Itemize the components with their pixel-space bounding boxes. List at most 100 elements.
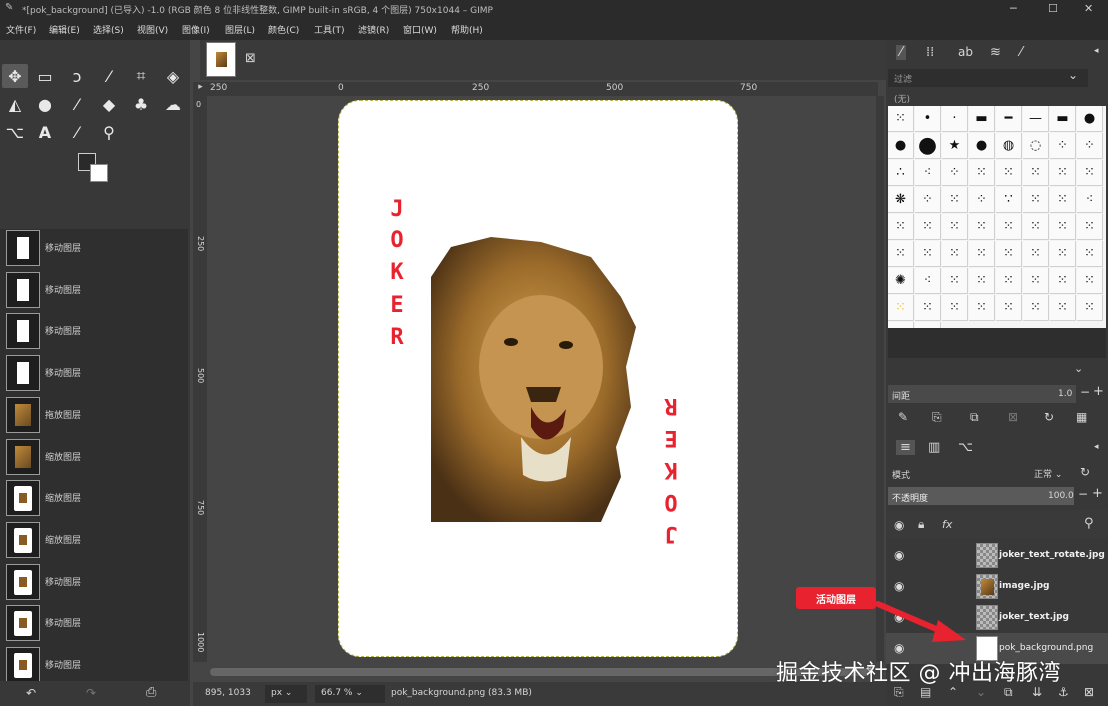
brush-preset[interactable]: ●: [969, 133, 995, 159]
brush-preset[interactable]: ⁙: [1023, 268, 1049, 294]
duplicate-layer-icon[interactable]: ⧉: [1004, 685, 1013, 700]
image-tab-thumbnail[interactable]: [206, 42, 236, 77]
brush-preset[interactable]: ⁙: [996, 214, 1022, 240]
brush-preset[interactable]: ∵: [996, 187, 1022, 213]
menu-filters[interactable]: 滤镜(R): [358, 23, 389, 36]
brush-preset[interactable]: ⁙: [1077, 214, 1103, 240]
history-item[interactable]: 缩放图层: [0, 436, 188, 478]
refresh-brush-icon[interactable]: ↻: [1044, 410, 1054, 424]
edit-brush-icon[interactable]: ✎: [898, 410, 908, 424]
bucket-fill-icon[interactable]: ◭: [2, 92, 28, 116]
brush-preset[interactable]: ●: [1077, 106, 1103, 132]
brush-preset[interactable]: ⁙: [969, 241, 995, 267]
brush-preset[interactable]: ◍: [996, 133, 1022, 159]
brush-preset[interactable]: ∴: [888, 160, 914, 186]
brush-preset[interactable]: ⁙: [1077, 160, 1103, 186]
brush-preset[interactable]: ◌: [1023, 133, 1049, 159]
mode-select[interactable]: 正常 ⌄: [1034, 467, 1062, 480]
brush-preset[interactable]: ⁙: [888, 106, 914, 132]
brush-preset[interactable]: ⁙: [1023, 241, 1049, 267]
history-item[interactable]: 移动图层: [0, 269, 188, 311]
brush-preset[interactable]: ⁙: [969, 160, 995, 186]
paint-icon[interactable]: ●: [32, 92, 58, 116]
lock-icon[interactable]: 🔒︎: [918, 517, 924, 532]
chevron-down-icon[interactable]: ⌄: [1068, 68, 1078, 82]
brush-preset[interactable]: ⁙: [888, 241, 914, 267]
lower-layer-icon[interactable]: ⌄: [976, 685, 986, 699]
maximize-icon[interactable]: ☐: [1048, 2, 1058, 15]
close-tab-icon[interactable]: ⊠: [245, 51, 256, 66]
brush-preset[interactable]: ⁙: [1023, 160, 1049, 186]
close-icon[interactable]: ✕: [1084, 2, 1093, 15]
menu-edit[interactable]: 编辑(E): [49, 23, 80, 36]
paths-tab-icon[interactable]: ⌥: [958, 440, 973, 455]
eraser-icon[interactable]: ◆: [96, 92, 122, 116]
brush-preset[interactable]: ❋: [888, 187, 914, 213]
patterns-tab-icon[interactable]: ⁞⁞: [926, 45, 934, 60]
brush-preset[interactable]: ·: [942, 106, 968, 132]
brush-preset[interactable]: ⁖: [915, 268, 941, 294]
chevron-down-icon[interactable]: ⌄: [1074, 362, 1083, 375]
brush-preset[interactable]: ▬: [969, 106, 995, 132]
brush-preset[interactable]: ━: [996, 106, 1022, 132]
history-item[interactable]: 移动图层: [0, 561, 188, 603]
lasso-icon[interactable]: ↄ: [64, 64, 90, 88]
brush-preset[interactable]: ⁘: [1050, 133, 1076, 159]
brush-preset[interactable]: ⁙: [888, 295, 914, 321]
history-item[interactable]: 缩放图层: [0, 519, 188, 561]
brush-grid[interactable]: ⁙ • · ▬ ━ — ▬ ● ● ● ★ ● ◍ ◌ ⁘ ⁘ ∴ ⁖ ⁘ ⁙ ⁙ ⁙ ⁙ ⁙ ❋ ⁘ ⁙ ⁘ ∵ ⁙ ⁙ ⁖ ⁙ ⁙ ⁙ ⁙ ⁙ ⁙ ⁙ ⁙…: [888, 106, 1106, 328]
history-item[interactable]: 移动图层: [0, 352, 188, 394]
menu-select[interactable]: 选择(S): [93, 23, 124, 36]
brush-preset[interactable]: ⁙: [996, 241, 1022, 267]
zoom-select[interactable]: 66.7 % ⌄: [315, 685, 385, 703]
clone-icon[interactable]: ♣: [128, 92, 154, 116]
menu-tools[interactable]: 工具(T): [314, 23, 345, 36]
text-tool-icon[interactable]: A: [32, 120, 58, 144]
redo-icon[interactable]: ↷: [86, 686, 96, 700]
poker-card-canvas[interactable]: J O K E R R E K O J: [338, 100, 738, 657]
brush-preset[interactable]: —: [1023, 106, 1049, 132]
dynamics-tab-icon[interactable]: ≋: [990, 45, 1001, 60]
brush-preset[interactable]: ⁘: [915, 187, 941, 213]
brush-preset[interactable]: ✺: [888, 268, 914, 294]
history-item[interactable]: 缩放图层: [0, 477, 188, 519]
panel-menu-icon[interactable]: ◂: [1094, 442, 1099, 452]
brush-preset[interactable]: ⁙: [1077, 241, 1103, 267]
brush-preset[interactable]: ⁙: [942, 268, 968, 294]
brush-preset[interactable]: ⁙: [942, 187, 968, 213]
brush-preset[interactable]: ⁙: [942, 214, 968, 240]
menu-image[interactable]: 图像(I): [182, 23, 210, 36]
panel-menu-icon[interactable]: ◂: [1094, 46, 1099, 56]
brush-preset[interactable]: ⁙: [1050, 295, 1076, 321]
brush-preset[interactable]: ⁙: [1050, 241, 1076, 267]
brush-preset[interactable]: ⁙: [996, 268, 1022, 294]
brush-preset[interactable]: ●: [915, 133, 941, 159]
brush-preset[interactable]: ⁙: [942, 295, 968, 321]
brush-preset[interactable]: ⁙: [1050, 187, 1076, 213]
brush-preset[interactable]: ⁙: [1077, 295, 1103, 321]
clear-history-icon[interactable]: ⎙: [146, 685, 156, 700]
brushes-tab-icon[interactable]: ⁄: [896, 45, 907, 60]
brush-preset[interactable]: ⁙: [888, 214, 914, 240]
layer-row[interactable]: ◉ joker_text_rotate.jpg: [886, 540, 1108, 571]
visibility-eye-icon[interactable]: ◉: [894, 548, 904, 562]
brush-preset[interactable]: ⁘: [1077, 133, 1103, 159]
merge-layer-icon[interactable]: ⇊: [1032, 685, 1042, 699]
brush-preset[interactable]: ⁙: [915, 295, 941, 321]
spacing-slider[interactable]: [888, 385, 1076, 403]
paths-icon[interactable]: ⌥: [2, 120, 28, 144]
brush-preset[interactable]: ⁙: [915, 241, 941, 267]
brush-preset[interactable]: ⁙: [1050, 214, 1076, 240]
brush-preset[interactable]: ⁖: [915, 160, 941, 186]
smudge-icon[interactable]: ☁: [160, 92, 186, 116]
opacity-decrease[interactable]: −: [1078, 487, 1088, 501]
history-item[interactable]: 移动图层: [0, 602, 188, 644]
brush-preset[interactable]: ★: [942, 133, 968, 159]
raise-layer-icon[interactable]: ⌃: [948, 685, 958, 699]
brush-preset[interactable]: ⁙: [1050, 268, 1076, 294]
menu-file[interactable]: 文件(F): [6, 23, 36, 36]
brush-preset[interactable]: ⁙: [915, 214, 941, 240]
opacity-increase[interactable]: +: [1092, 486, 1103, 501]
brush-preset[interactable]: ⁙: [969, 214, 995, 240]
brush-icon[interactable]: ⁄: [64, 92, 90, 116]
